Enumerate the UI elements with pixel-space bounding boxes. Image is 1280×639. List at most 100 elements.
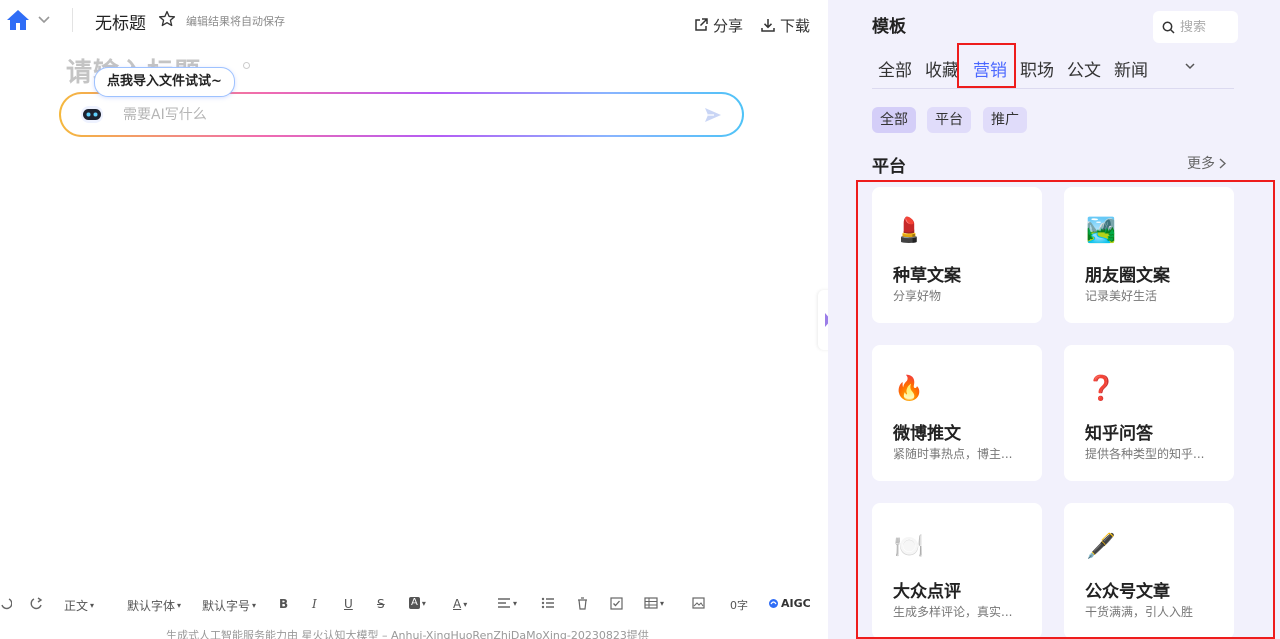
chevron-right-icon	[1219, 157, 1226, 169]
tab-official-docs[interactable]: 公文	[1067, 56, 1101, 81]
aigc-label: AIGC	[781, 597, 811, 610]
italic-label: I	[312, 597, 317, 611]
bold-button[interactable]: B	[279, 597, 288, 611]
aigc-logo-icon	[769, 599, 778, 608]
import-file-tooltip[interactable]: 点我导入文件试试~	[94, 67, 235, 97]
redo-button[interactable]	[29, 597, 43, 611]
template-card[interactable]: ❓ 知乎问答 提供各种类型的知乎...	[1064, 345, 1234, 481]
chip-promotion[interactable]: 推广	[983, 107, 1027, 133]
tabs-divider	[872, 88, 1234, 89]
bold-label: B	[279, 597, 289, 611]
tab-workplace[interactable]: 职场	[1020, 56, 1054, 81]
word-count: 0字	[730, 597, 748, 613]
chevron-down-icon[interactable]	[36, 12, 52, 28]
tab-news[interactable]: 新闻	[1114, 56, 1148, 81]
strikethrough-button[interactable]: S	[377, 597, 385, 611]
title-dot	[243, 62, 250, 69]
share-icon	[695, 18, 708, 31]
share-button[interactable]: 分享	[693, 15, 743, 35]
download-button[interactable]: 下载	[760, 15, 810, 35]
template-card[interactable]: 🖋️ 公众号文章 干货满满，引人入胜	[1064, 503, 1234, 639]
template-card[interactable]: 🍽️ 大众点评 生成多样评论，真实...	[872, 503, 1042, 639]
caret-down-icon: ▾	[421, 598, 426, 608]
card-title: 种草文案	[893, 266, 961, 286]
font-color-label: A	[453, 597, 462, 611]
template-card[interactable]: 🏞️ 朋友圈文案 记录美好生活	[1064, 187, 1234, 323]
template-panel: 模板 全部 收藏 营销 职场 公文 新闻 全部 平台 推广 平台 更多 💄 种草…	[828, 0, 1280, 639]
font-size-select[interactable]: 默认字号 ▾	[202, 597, 256, 614]
plate-cutlery-icon: 🍽️	[894, 532, 924, 560]
align-button[interactable]: ▾	[497, 597, 517, 609]
aigc-button[interactable]: AIGC	[768, 597, 811, 610]
doc-title[interactable]: 无标题	[95, 9, 146, 34]
fire-icon: 🔥	[894, 374, 924, 402]
card-description: 干货满满，引人入胜	[1085, 605, 1194, 619]
list-icon	[541, 597, 554, 609]
share-label: 分享	[713, 16, 744, 35]
paragraph-style-select[interactable]: 正文 ▾	[64, 597, 94, 614]
chip-all[interactable]: 全部	[872, 107, 916, 133]
underline-label: U	[344, 597, 353, 611]
ai-prompt-input[interactable]	[123, 104, 683, 126]
fountain-pen-icon: 🖋️	[1086, 532, 1116, 560]
landscape-icon: 🏞️	[1086, 216, 1116, 244]
divider	[72, 8, 73, 32]
image-button[interactable]	[692, 597, 705, 609]
caret-down-icon: ▾	[463, 599, 468, 609]
undo-button[interactable]	[0, 597, 12, 611]
tab-favorites[interactable]: 收藏	[925, 56, 959, 81]
list-button[interactable]	[541, 597, 555, 609]
tab-marketing[interactable]: 营销	[973, 56, 1007, 81]
italic-button[interactable]: I	[312, 597, 317, 611]
section-title: 平台	[872, 157, 906, 177]
download-icon	[761, 19, 775, 32]
autosave-note: 编辑结果将自动保存	[186, 15, 285, 28]
chevron-down-icon[interactable]	[1182, 58, 1198, 74]
font-color-button[interactable]: A ▾	[453, 597, 467, 611]
template-card[interactable]: 🔥 微博推文 紧随时事热点，博主...	[872, 345, 1042, 481]
home-icon[interactable]	[6, 9, 30, 31]
card-title: 知乎问答	[1085, 424, 1153, 444]
robot-icon[interactable]	[79, 103, 105, 125]
image-icon	[692, 597, 705, 609]
search-icon	[1162, 21, 1175, 34]
chip-platform[interactable]: 平台	[927, 107, 971, 133]
ai-prompt-box	[59, 92, 744, 137]
clear-format-button[interactable]	[576, 597, 589, 610]
underline-button[interactable]: U	[344, 597, 353, 611]
template-search[interactable]	[1153, 11, 1238, 43]
more-link[interactable]: 更多	[1187, 153, 1226, 173]
caret-down-icon: ▾	[513, 598, 518, 608]
editor-area: 无标题 编辑结果将自动保存 分享 下载 请输入标题	[0, 0, 828, 639]
caret-down-icon: ▾	[177, 601, 182, 610]
caret-down-icon: ▾	[90, 601, 95, 610]
card-title: 大众点评	[893, 582, 961, 602]
font-family-select[interactable]: 默认字体 ▾	[127, 597, 181, 614]
card-description: 紧随时事热点，博主...	[893, 447, 1013, 461]
card-title: 朋友圈文案	[1085, 266, 1170, 286]
star-icon[interactable]	[158, 10, 176, 28]
more-label: 更多	[1187, 156, 1215, 172]
send-icon[interactable]	[703, 105, 723, 125]
panel-title: 模板	[872, 17, 906, 37]
download-label: 下载	[780, 16, 811, 35]
card-description: 分享好物	[893, 289, 942, 303]
service-provider-note: 生成式人工智能服务能力由 星火认知大模型 – Anhui-XingHuoRenZ…	[166, 629, 649, 639]
font-size-label: 默认字号	[202, 599, 251, 613]
lipstick-icon: 💄	[894, 216, 924, 244]
word-count-label: 0字	[730, 599, 748, 612]
checklist-button[interactable]	[610, 597, 623, 610]
top-bar: 无标题 编辑结果将自动保存 分享 下载	[0, 0, 828, 44]
question-mark-icon: ❓	[1086, 374, 1116, 402]
template-card[interactable]: 💄 种草文案 分享好物	[872, 187, 1042, 323]
highlight-button[interactable]: A ▾	[409, 597, 426, 609]
format-toolbar: 正文 ▾ 默认字体 ▾ 默认字号 ▾ B I U S A ▾ A ▾ ▾ ▾ 0…	[0, 594, 828, 616]
table-button[interactable]: ▾	[644, 597, 664, 609]
caret-down-icon: ▾	[252, 601, 257, 610]
highlight-label: A	[409, 597, 420, 609]
search-input[interactable]	[1180, 19, 1234, 35]
caret-down-icon: ▾	[660, 598, 665, 608]
table-icon	[644, 597, 658, 609]
undo-icon	[1, 598, 12, 610]
tab-all[interactable]: 全部	[878, 56, 912, 81]
